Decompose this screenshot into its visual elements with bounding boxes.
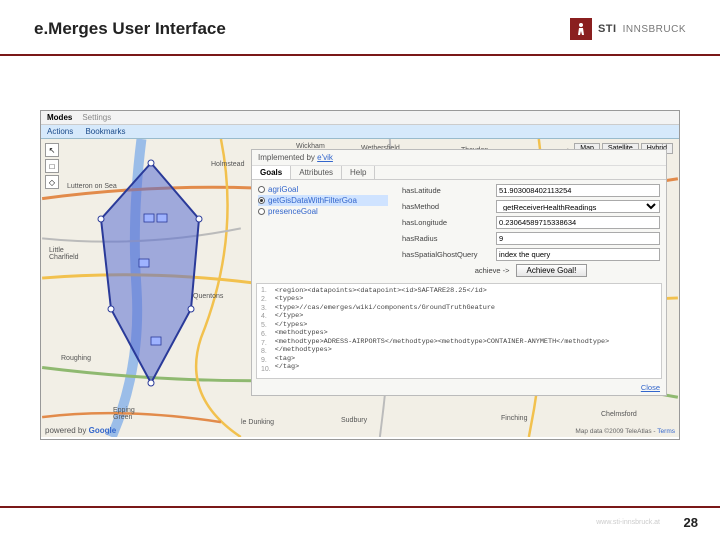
radio-icon[interactable] bbox=[258, 197, 265, 204]
tool-rect-icon[interactable]: □ bbox=[45, 159, 59, 173]
town-label: Roughing bbox=[61, 355, 91, 362]
label-haslongitude: hasLongitude bbox=[402, 218, 490, 227]
input-haslatitude[interactable] bbox=[496, 184, 660, 197]
town-label: Little Charlfield bbox=[49, 247, 79, 261]
output-line: </methodtypes> bbox=[275, 346, 657, 354]
slide-title: e.Merges User Interface bbox=[34, 19, 226, 39]
brand-logo: STI INNSBRUCK bbox=[570, 18, 686, 40]
tab-attributes[interactable]: Attributes bbox=[291, 166, 342, 179]
output-line: </types> bbox=[275, 321, 657, 329]
achieve-goal-button[interactable]: Achieve Goal! bbox=[516, 264, 588, 277]
town-label: Lutteron on Sea bbox=[67, 183, 117, 190]
line-numbers: 1.2.3.4.5.6.7.8.9.10. bbox=[261, 287, 271, 375]
menu-actions[interactable]: Actions bbox=[47, 127, 73, 136]
input-hasspatialquery[interactable] bbox=[496, 248, 660, 261]
selection-polygon[interactable] bbox=[91, 159, 211, 389]
output-line: <methodtypes> bbox=[275, 329, 657, 337]
goal-item[interactable]: agriGoal bbox=[258, 184, 388, 195]
goal-item[interactable]: getGisDataWithFilterGoa bbox=[258, 195, 388, 206]
town-label: Chelmsford bbox=[601, 411, 637, 418]
town-label: Sudbury bbox=[341, 417, 367, 424]
tab-goals[interactable]: Goals bbox=[252, 166, 291, 179]
close-link[interactable]: Close bbox=[252, 383, 666, 395]
settings-tab[interactable]: Settings bbox=[82, 113, 111, 122]
town-label: Holmstead bbox=[211, 161, 244, 168]
output-line: <type>//cas/emerges/wiki/components/Grou… bbox=[275, 304, 657, 312]
output-line: <tag> bbox=[275, 355, 657, 363]
output-line: </type> bbox=[275, 312, 657, 320]
panel-head: Implemented by e'vik bbox=[252, 150, 666, 166]
input-haslongitude[interactable] bbox=[496, 216, 660, 229]
google-attribution: powered by Google bbox=[45, 426, 116, 435]
map-toolbox: ↖ □ ◇ bbox=[45, 143, 59, 189]
tool-arrow-icon[interactable]: ↖ bbox=[45, 143, 59, 157]
logo-abbr: STI bbox=[598, 23, 617, 35]
town-label: Finching bbox=[501, 415, 527, 422]
label-hasmethod: hasMethod bbox=[402, 202, 490, 211]
tool-poly-icon[interactable]: ◇ bbox=[45, 175, 59, 189]
output-line: </tag> bbox=[275, 363, 657, 371]
radio-icon[interactable] bbox=[258, 186, 265, 193]
label-hasradius: hasRadius bbox=[402, 234, 490, 243]
map-attribution: Map data ©2009 TeleAtlas - Terms bbox=[575, 428, 675, 435]
app-window: Modes Settings Actions Bookmarks bbox=[40, 110, 680, 440]
town-label: Quentons bbox=[193, 293, 223, 300]
output-line: <region><datapoints><datapoint><id>SAFTA… bbox=[275, 287, 657, 295]
label-haslatitude: hasLatitude bbox=[402, 186, 490, 195]
select-hasmethod[interactable]: getReceiverHealthReadings bbox=[496, 200, 660, 213]
slide-number: 28 bbox=[684, 515, 698, 530]
tab-help[interactable]: Help bbox=[342, 166, 375, 179]
logo-icon bbox=[570, 18, 592, 40]
panel-tabs: Goals Attributes Help bbox=[252, 166, 666, 180]
town-label: le Dunking bbox=[241, 419, 274, 426]
footer-url: www.sti-innsbruck.at bbox=[596, 519, 660, 526]
output-line: <methodtype>ADRESS-AIRPORTS</methodtype>… bbox=[275, 338, 657, 346]
mode-bar: Modes Settings bbox=[41, 111, 679, 125]
menu-bookmarks[interactable]: Bookmarks bbox=[85, 127, 125, 136]
label-hasspatialquery: hasSpatialGhostQuery bbox=[402, 250, 490, 259]
goal-item[interactable]: presenceGoal bbox=[258, 206, 388, 217]
goals-list: agriGoal getGisDataWithFilterGoa presenc… bbox=[258, 184, 388, 277]
goal-panel: Implemented by e'vik Goals Attributes He… bbox=[251, 149, 667, 396]
town-label: Epping Green bbox=[113, 407, 135, 421]
modes-tab[interactable]: Modes bbox=[47, 113, 72, 122]
implemented-by-link[interactable]: e'vik bbox=[317, 153, 333, 162]
map-canvas[interactable]: ↖ □ ◇ Map Satellite Hybrid Wickham Wethe… bbox=[41, 139, 679, 437]
input-hasradius[interactable] bbox=[496, 232, 660, 245]
menu-bar: Actions Bookmarks bbox=[41, 125, 679, 139]
logo-org: INNSBRUCK bbox=[623, 24, 686, 35]
radio-icon[interactable] bbox=[258, 208, 265, 215]
output-line: <types> bbox=[275, 295, 657, 303]
goal-form: hasLatitude hasMethod getReceiverHealthRe… bbox=[402, 184, 660, 277]
achieve-label: achieve -> bbox=[475, 266, 510, 275]
output-console[interactable]: 1.2.3.4.5.6.7.8.9.10. <region><datapoint… bbox=[256, 283, 662, 379]
terms-link[interactable]: Terms bbox=[657, 428, 675, 435]
